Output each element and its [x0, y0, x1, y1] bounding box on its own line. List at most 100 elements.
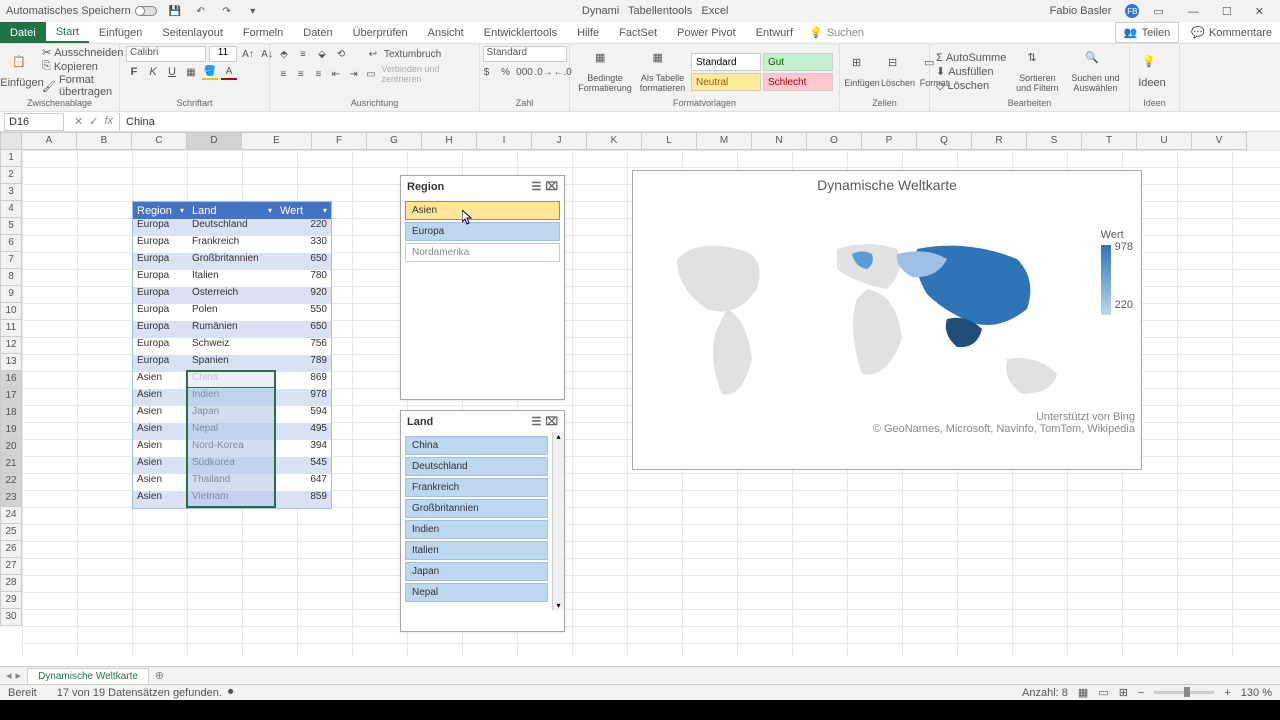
cell-region[interactable]: Europa: [133, 321, 188, 338]
row-header-7[interactable]: 7: [0, 252, 22, 269]
col-header-L[interactable]: L: [642, 132, 697, 150]
cell-land[interactable]: Nepal: [188, 423, 276, 440]
maximize-button[interactable]: ☐: [1212, 6, 1242, 18]
row-header-17[interactable]: 17: [0, 388, 22, 405]
tab-factset[interactable]: FactSet: [609, 22, 667, 43]
slicer-region[interactable]: Region ☰ ⌧ Asien Europa Nordamerika: [400, 175, 565, 400]
cell-land[interactable]: Italien: [188, 270, 276, 287]
tab-view[interactable]: Ansicht: [418, 22, 474, 43]
slicer-item[interactable]: Japan: [405, 562, 548, 581]
tab-design[interactable]: Entwurf: [746, 22, 803, 43]
table-row[interactable]: EuropaFrankreich330: [133, 236, 331, 253]
col-header-S[interactable]: S: [1027, 132, 1082, 150]
col-header-D[interactable]: D: [187, 132, 242, 150]
dec-decimal-icon[interactable]: ←.0: [555, 64, 571, 80]
cell-region[interactable]: Asien: [133, 457, 188, 474]
name-box[interactable]: [4, 113, 64, 131]
cell-land[interactable]: Japan: [188, 406, 276, 423]
redo-icon[interactable]: ↷: [219, 3, 235, 19]
view-normal-icon[interactable]: ▦: [1078, 686, 1088, 699]
row-header-6[interactable]: 6: [0, 235, 22, 252]
col-header-V[interactable]: V: [1192, 132, 1247, 150]
comma-icon[interactable]: 000: [517, 64, 533, 80]
align-bottom-icon[interactable]: ⬙: [314, 46, 330, 62]
currency-icon[interactable]: $: [479, 64, 495, 80]
percent-icon[interactable]: %: [498, 64, 514, 80]
scroll-down-icon[interactable]: ▾: [553, 601, 564, 610]
cell-land[interactable]: Rumänien: [188, 321, 276, 338]
slicer-item-europa[interactable]: Europa: [405, 222, 560, 241]
cell-region[interactable]: Europa: [133, 338, 188, 355]
table-row[interactable]: EuropaSpanien789: [133, 355, 331, 372]
table-row[interactable]: AsienNepal495: [133, 423, 331, 440]
tab-home[interactable]: Start: [46, 22, 89, 43]
row-header-27[interactable]: 27: [0, 558, 22, 575]
row-header-26[interactable]: 26: [0, 541, 22, 558]
tab-formulas[interactable]: Formeln: [233, 22, 293, 43]
col-header-G[interactable]: G: [367, 132, 422, 150]
row-header-11[interactable]: 11: [0, 320, 22, 337]
zoom-in-button[interactable]: +: [1224, 687, 1230, 699]
cell-wert[interactable]: 545: [276, 457, 331, 474]
select-all-corner[interactable]: [0, 132, 22, 150]
col-header-T[interactable]: T: [1082, 132, 1137, 150]
insert-cells-button[interactable]: ⊞Einfügen: [846, 54, 878, 90]
formula-bar[interactable]: China: [119, 113, 1280, 131]
col-header-E[interactable]: E: [242, 132, 312, 150]
col-header-O[interactable]: O: [807, 132, 862, 150]
sheet-nav-next-icon[interactable]: ▸: [16, 669, 22, 682]
row-header-25[interactable]: 25: [0, 524, 22, 541]
row-header-4[interactable]: 4: [0, 201, 22, 218]
row-header-16[interactable]: 16: [0, 371, 22, 388]
cell-land[interactable]: Indien: [188, 389, 276, 406]
col-header-U[interactable]: U: [1137, 132, 1192, 150]
col-header-H[interactable]: H: [422, 132, 477, 150]
tell-me-search[interactable]: 💡Suchen: [809, 22, 864, 43]
grow-font-icon[interactable]: A↑: [240, 46, 256, 62]
slicer-item[interactable]: Nepal: [405, 583, 548, 602]
cell-region[interactable]: Europa: [133, 287, 188, 304]
cell-region[interactable]: Europa: [133, 304, 188, 321]
italic-button[interactable]: K: [145, 64, 161, 80]
slicer-item-nordamerika[interactable]: Nordamerika: [405, 243, 560, 262]
row-header-3[interactable]: 3: [0, 184, 22, 201]
cell-land[interactable]: Thailand: [188, 474, 276, 491]
row-header-9[interactable]: 9: [0, 286, 22, 303]
paste-button[interactable]: 📋Einfügen: [6, 53, 38, 91]
style-neutral[interactable]: Neutral: [691, 73, 761, 91]
cell-wert[interactable]: 780: [276, 270, 331, 287]
cell-region[interactable]: Asien: [133, 406, 188, 423]
comments-button[interactable]: 💬Kommentare: [1183, 22, 1280, 43]
scroll-up-icon[interactable]: ▴: [553, 432, 564, 441]
cell-land[interactable]: China: [188, 372, 276, 389]
cell-region[interactable]: Asien: [133, 423, 188, 440]
worksheet-grid[interactable]: ABCDEFGHIJKLMNOPQRSTUV 12345678910111213…: [0, 132, 1280, 656]
merge-button[interactable]: Verbinden und zentrieren: [381, 64, 473, 84]
number-format-picker[interactable]: Standard: [483, 46, 567, 62]
align-right-icon[interactable]: ≡: [311, 66, 326, 82]
cell-wert[interactable]: 394: [276, 440, 331, 457]
autosum-button[interactable]: ΣAutoSumme: [936, 52, 1006, 64]
sheet-nav-prev-icon[interactable]: ◂: [6, 669, 12, 682]
wrap-text-button[interactable]: Textumbruch: [384, 49, 441, 60]
col-header-N[interactable]: N: [752, 132, 807, 150]
tab-review[interactable]: Überprüfen: [343, 22, 418, 43]
align-center-icon[interactable]: ≡: [294, 66, 309, 82]
fill-button[interactable]: ⬇Ausfüllen: [936, 65, 1006, 78]
cell-region[interactable]: Europa: [133, 253, 188, 270]
indent-dec-icon[interactable]: ⇤: [329, 66, 344, 82]
table-row[interactable]: EuropaItalien780: [133, 270, 331, 287]
font-size-picker[interactable]: 11: [209, 46, 237, 62]
cell-land[interactable]: Deutschland: [188, 219, 276, 236]
cell-wert[interactable]: 647: [276, 474, 331, 491]
col-header-Q[interactable]: Q: [917, 132, 972, 150]
cell-land[interactable]: Österreich: [188, 287, 276, 304]
filter-icon[interactable]: ▾: [268, 206, 272, 215]
conditional-formatting-button[interactable]: ▦Bedingte Formatierung: [576, 49, 634, 95]
col-header-J[interactable]: J: [532, 132, 587, 150]
underline-button[interactable]: U: [164, 64, 180, 80]
cell-region[interactable]: Europa: [133, 219, 188, 236]
th-region[interactable]: Region▾: [133, 202, 188, 219]
th-land[interactable]: Land▾: [188, 202, 276, 219]
slicer-item[interactable]: China: [405, 436, 548, 455]
